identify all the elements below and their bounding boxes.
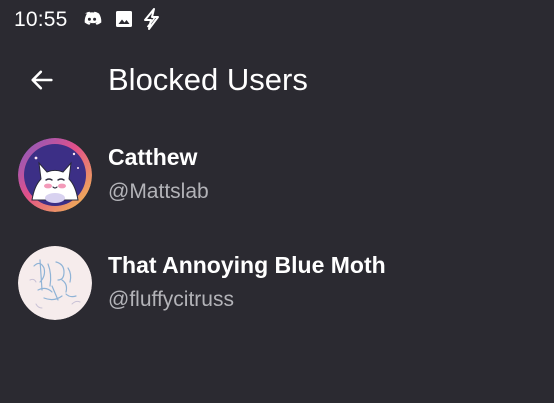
image-icon	[112, 7, 136, 31]
user-handle: @fluffycitruss	[108, 288, 234, 311]
app-bar: Blocked Users	[0, 44, 554, 116]
discord-icon	[80, 7, 104, 31]
status-bar: 10:55	[0, 0, 554, 40]
user-display-name: Catthew	[108, 144, 198, 170]
blocked-user-row[interactable]: Catthew @Mattslab	[0, 128, 554, 236]
bolt-icon	[140, 7, 164, 31]
user-display-name: That Annoying Blue Moth	[108, 252, 386, 278]
back-button[interactable]	[20, 58, 64, 102]
page-title: Blocked Users	[108, 62, 308, 97]
sketch-avatar	[18, 246, 92, 320]
user-handle: @Mattslab	[108, 180, 209, 203]
blocked-user-row[interactable]: That Annoying Blue Moth @fluffycitruss	[0, 236, 554, 344]
arrow-left-icon	[28, 66, 56, 94]
cat-avatar	[18, 138, 92, 212]
status-time: 10:55	[14, 8, 68, 31]
blocked-users-list: Catthew @Mattslab That Annoying Blue Mot…	[0, 128, 554, 344]
